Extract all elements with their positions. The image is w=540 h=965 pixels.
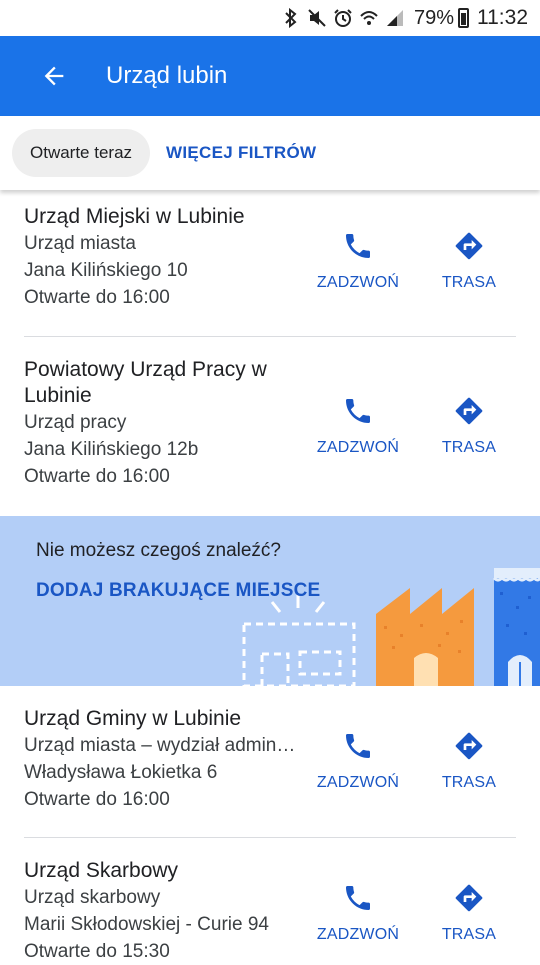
place-name: Urząd Miejski w Lubinie — [24, 205, 245, 228]
place-address: Jana Kilińskiego 10 — [24, 260, 188, 281]
result-info: Urząd Miejski w Lubinie Urząd miasta Jan… — [24, 204, 324, 311]
place-hours: Otwarte do 16:00 — [24, 287, 170, 308]
directions-icon — [455, 884, 483, 912]
place-hours: Otwarte do 16:00 — [24, 466, 170, 487]
list-item[interactable]: Urząd Gminy w Lubinie Urząd miasta – wyd… — [0, 686, 540, 838]
page-title: Urząd lubin — [106, 62, 228, 89]
route-button[interactable]: TRASA — [414, 882, 524, 944]
filter-row: Otwarte teraz WIĘCEJ FILTRÓW — [0, 116, 540, 190]
call-button[interactable]: ZADZWOŃ — [303, 230, 413, 292]
call-button[interactable]: ZADZWOŃ — [303, 395, 413, 457]
signal-icon — [384, 7, 406, 29]
arrow-back-icon — [44, 66, 64, 86]
route-label: TRASA — [441, 774, 497, 791]
place-name: Urząd Gminy w Lubinie — [24, 707, 242, 730]
directions-icon — [455, 732, 483, 760]
wifi-icon — [358, 7, 380, 29]
route-button[interactable]: TRASA — [414, 395, 524, 457]
call-label: ZADZWOŃ — [316, 774, 400, 791]
more-filters-button[interactable]: WIĘCEJ FILTRÓW — [166, 143, 316, 163]
place-hours: Otwarte do 16:00 — [24, 789, 170, 810]
place-category: Urząd pracy — [24, 412, 127, 433]
call-label: ZADZWOŃ — [316, 274, 400, 291]
list-item[interactable]: Powiatowy Urząd Pracy w Lubinie Urząd pr… — [0, 337, 540, 515]
place-address: Jana Kilińskiego 12b — [24, 439, 199, 460]
phone-icon — [346, 234, 370, 258]
list-item[interactable]: Urząd Miejski w Lubinie Urząd miasta Jan… — [0, 190, 540, 337]
add-missing-place-link[interactable]: DODAJ BRAKUJĄCE MIEJSCE — [36, 580, 320, 602]
clock: 11:32 — [477, 6, 528, 29]
result-info: Powiatowy Urząd Pracy w Lubinie Urząd pr… — [24, 357, 324, 490]
mute-icon — [306, 7, 328, 29]
place-category: Urząd skarbowy — [24, 887, 161, 908]
call-button[interactable]: ZADZWOŃ — [303, 730, 413, 792]
banner-question: Nie możesz czegoś znaleźć? — [36, 540, 281, 561]
call-label: ZADZWOŃ — [316, 439, 400, 456]
route-label: TRASA — [441, 439, 497, 456]
app-bar: Urząd lubin — [0, 36, 540, 116]
place-address: Marii Skłodowskiej - Curie 94 — [24, 914, 269, 935]
phone-icon — [346, 734, 370, 758]
call-button[interactable]: ZADZWOŃ — [303, 882, 413, 944]
route-button[interactable]: TRASA — [414, 730, 524, 792]
route-label: TRASA — [441, 926, 497, 943]
route-label: TRASA — [441, 274, 497, 291]
add-missing-place-banner: Nie możesz czegoś znaleźć? DODAJ BRAKUJĄ… — [0, 516, 540, 686]
place-name: Powiatowy Urząd Pracy w Lubinie — [24, 358, 267, 407]
bluetooth-icon — [280, 7, 302, 29]
call-label: ZADZWOŃ — [316, 926, 400, 943]
place-name: Urząd Skarbowy — [24, 859, 179, 882]
list-item[interactable]: Urząd Skarbowy Urząd skarbowy Marii Skło… — [0, 838, 540, 962]
battery-percent: 79% — [413, 6, 454, 29]
place-category: Urząd miasta – wydział admin… — [24, 735, 296, 756]
open-now-chip[interactable]: Otwarte teraz — [12, 129, 151, 177]
directions-icon — [455, 397, 483, 425]
back-button[interactable] — [26, 48, 82, 104]
result-info: Urząd Gminy w Lubinie Urząd miasta – wyd… — [24, 706, 324, 813]
battery-icon — [458, 8, 469, 28]
result-info: Urząd Skarbowy Urząd skarbowy Marii Skło… — [24, 858, 324, 965]
place-hours: Otwarte do 15:30 — [24, 941, 170, 962]
place-address: Władysława Łokietka 6 — [24, 762, 218, 783]
phone-icon — [346, 886, 370, 910]
route-button[interactable]: TRASA — [414, 230, 524, 292]
place-category: Urząd miasta — [24, 233, 136, 254]
phone-icon — [346, 399, 370, 423]
directions-icon — [455, 232, 483, 260]
status-bar: 79% 11:32 — [0, 0, 540, 36]
alarm-icon — [332, 7, 354, 29]
